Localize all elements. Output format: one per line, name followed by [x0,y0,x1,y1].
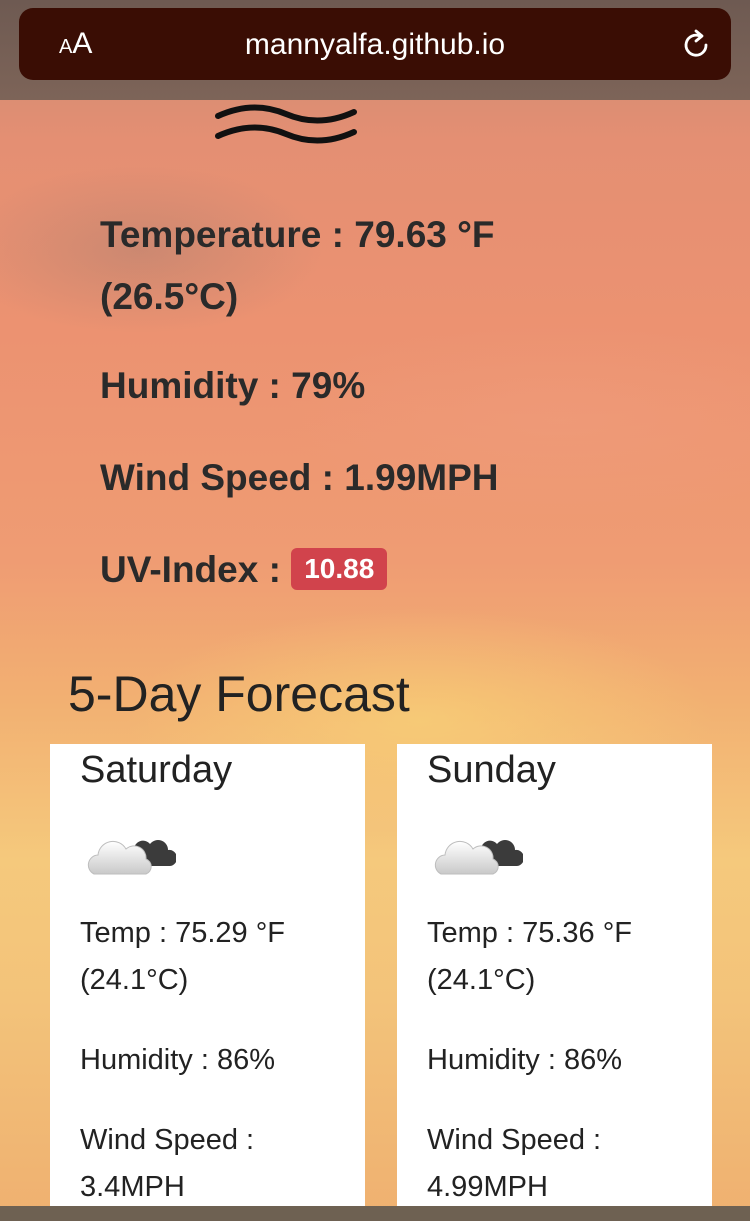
partly-cloudy-icon [87,840,176,875]
forecast-wind-speed: Wind Speed : 4.99MPH [427,1124,602,1203]
url-text[interactable]: mannyalfa.github.io [19,26,731,64]
forecast-card: Sunday Temp : 75.36 °F (24.1°C) Humidity… [397,744,712,1206]
forecast-humidity: Humidity : 86% [427,1044,623,1076]
uv-index-reading: UV-Index : 10.88 [100,539,388,601]
humidity-reading: Humidity : 79% [100,365,366,406]
forecast-card: Saturday Temp : 75.29 °F (24.1°C) Humidi… [50,744,365,1206]
menu-icon[interactable] [213,100,359,148]
browser-toolbar: AA mannyalfa.github.io [0,0,750,100]
forecast-day: Sunday [427,749,556,791]
forecast-heading: 5-Day Forecast [68,666,410,722]
forecast-wind-speed: Wind Speed : 3.4MPH [80,1124,255,1203]
uv-index-label: UV-Index : [100,549,281,590]
address-bar[interactable]: AA mannyalfa.github.io [19,8,731,80]
forecast-day: Saturday [80,749,233,791]
forecast-temp: Temp : 75.29 °F (24.1°C) [80,917,286,996]
forecast-humidity: Humidity : 86% [80,1044,276,1076]
reload-icon[interactable] [679,28,713,62]
forecast-temp: Temp : 75.36 °F (24.1°C) [427,917,633,996]
bottom-toolbar-edge [0,1206,750,1221]
partly-cloudy-icon [434,840,523,875]
uv-index-badge: 10.88 [291,548,388,591]
temperature-reading: Temperature : 79.63 °F (26.5°C) [100,214,495,317]
wind-speed-reading: Wind Speed : 1.99MPH [100,457,499,498]
